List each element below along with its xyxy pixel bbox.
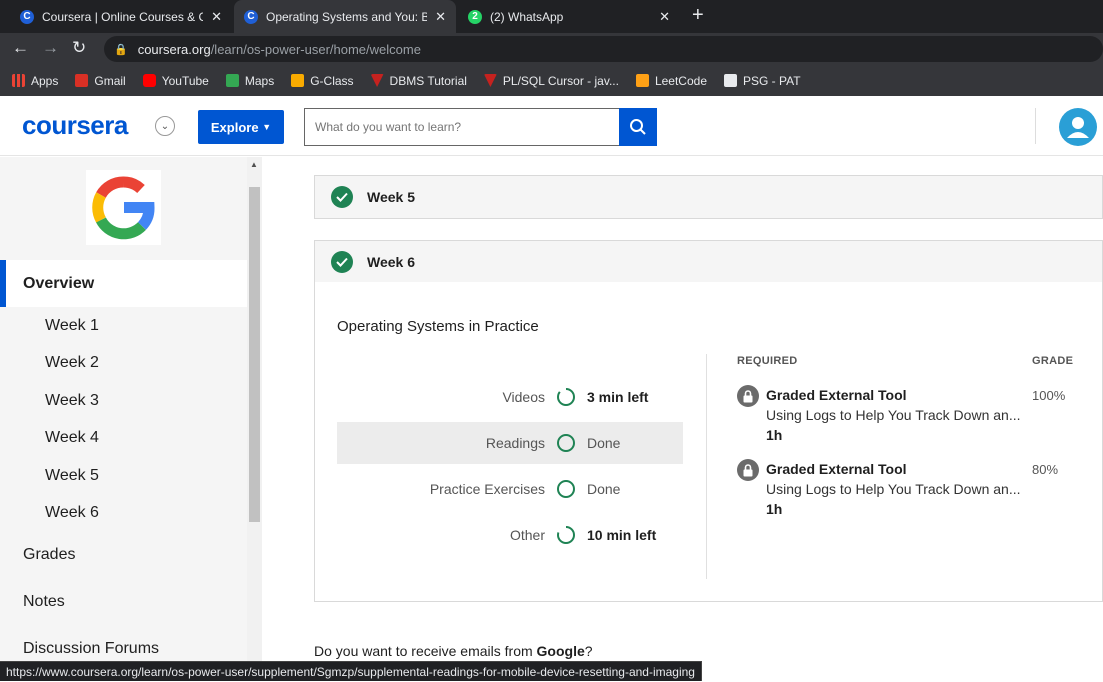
sidebar-item-week-3[interactable]: Week 3 — [45, 392, 99, 410]
sidebar-item-notes[interactable]: Notes — [23, 593, 65, 611]
column-divider — [706, 354, 707, 579]
module-title[interactable]: Operating Systems in Practice — [337, 318, 539, 335]
week-5-card[interactable]: Week 5 — [314, 175, 1103, 219]
coursera-logo[interactable]: coursera — [22, 110, 128, 141]
sidebar-item-overview[interactable]: Overview — [0, 260, 247, 307]
lock-icon: 🔒 — [114, 43, 128, 56]
search-button[interactable] — [619, 108, 657, 146]
graded-item-subtitle[interactable]: Using Logs to Help You Track Down an... — [766, 407, 1020, 423]
lock-icon — [737, 385, 759, 407]
progress-ring-icon — [557, 387, 575, 406]
check-circle-icon — [331, 251, 353, 273]
sidebar-item-week-2[interactable]: Week 2 — [45, 354, 99, 372]
header-divider — [1035, 108, 1036, 144]
search-input[interactable] — [304, 108, 620, 146]
scroll-up-arrow-icon[interactable]: ▲ — [250, 160, 258, 169]
url-bar[interactable]: 🔒 coursera.org/learn/os-power-user/home/… — [104, 36, 1103, 62]
graded-item-duration: 1h — [766, 427, 783, 443]
explore-button[interactable]: Explore ▼ — [198, 110, 284, 144]
tutorial-site-icon — [370, 74, 384, 87]
week-5-title: Week 5 — [367, 189, 415, 205]
google-logo — [86, 170, 161, 245]
bookmark-apps[interactable]: Apps — [12, 74, 58, 88]
bookmark-youtube[interactable]: YouTube — [142, 74, 209, 88]
coursera-favicon-icon: C — [244, 9, 258, 24]
sidebar-scroll-thumb[interactable] — [249, 187, 260, 522]
user-icon — [1067, 117, 1089, 138]
youtube-icon — [142, 74, 156, 87]
browser-tab-coursera[interactable]: C Coursera | Online Courses & Cre ✕ — [10, 0, 232, 33]
required-header: REQUIRED — [737, 355, 798, 367]
gmail-icon — [75, 74, 89, 87]
week-6-title: Week 6 — [367, 254, 415, 270]
back-arrow-icon[interactable]: ← — [12, 38, 29, 58]
tutorial-site-icon — [483, 74, 497, 87]
browser-tab-os-course[interactable]: C Operating Systems and You: Bec ✕ — [234, 0, 456, 33]
close-tab-icon[interactable]: ✕ — [211, 9, 222, 25]
progress-ring-icon — [557, 525, 575, 544]
sidebar-item-grades[interactable]: Grades — [23, 546, 75, 564]
bookmark-gmail[interactable]: Gmail — [75, 74, 126, 88]
close-tab-icon[interactable]: ✕ — [435, 9, 446, 25]
address-bar-row: ← → ↻ 🔒 coursera.org/learn/os-power-user… — [0, 33, 1103, 65]
graded-item-title[interactable]: Graded External Tool — [766, 461, 907, 477]
tab-title: Coursera | Online Courses & Cre — [42, 9, 204, 24]
grade-header: GRADE — [1032, 355, 1074, 367]
google-g-icon — [92, 176, 155, 240]
graded-item-grade: 100% — [1032, 388, 1066, 403]
email-opt-in-prompt: Do you want to receive emails from Googl… — [314, 643, 593, 659]
sidebar-item-week-4[interactable]: Week 4 — [45, 429, 99, 447]
sidebar-item-week-5[interactable]: Week 5 — [45, 467, 99, 485]
maps-icon — [225, 74, 239, 87]
week-6-card[interactable]: Week 6 — [314, 240, 1103, 283]
psg-icon — [724, 74, 737, 87]
sidebar-item-week-1[interactable]: Week 1 — [45, 317, 99, 335]
coursera-header: coursera ⌄ Explore ▼ — [0, 96, 1103, 156]
whatsapp-favicon-icon: 2 — [468, 9, 482, 24]
check-circle-icon — [331, 186, 353, 208]
chevron-down-icon[interactable]: ⌄ — [155, 116, 175, 136]
forward-arrow-icon[interactable]: → — [42, 38, 59, 58]
progress-row-videos[interactable]: Videos 3 min left — [337, 376, 683, 418]
leetcode-icon — [635, 74, 649, 87]
progress-row-readings[interactable]: Readings Done — [337, 422, 683, 464]
chevron-down-icon: ▼ — [262, 122, 272, 132]
progress-row-other[interactable]: Other 10 min left — [337, 514, 683, 556]
graded-item-title[interactable]: Graded External Tool — [766, 387, 907, 403]
coursera-favicon-icon: C — [20, 9, 34, 24]
sidebar-item-discussion-forums[interactable]: Discussion Forums — [23, 640, 159, 658]
progress-row-practice-exercises[interactable]: Practice Exercises Done — [337, 468, 683, 510]
classroom-icon — [291, 74, 305, 87]
bookmark-dbms-tutorial[interactable]: DBMS Tutorial — [370, 74, 467, 88]
browser-tab-whatsapp[interactable]: 2 (2) WhatsApp ✕ — [458, 0, 680, 33]
graded-item-grade: 80% — [1032, 462, 1059, 477]
graded-item-subtitle[interactable]: Using Logs to Help You Track Down an... — [766, 481, 1020, 497]
bookmark-plsql-cursor[interactable]: PL/SQL Cursor - jav... — [483, 74, 619, 88]
tab-title: (2) WhatsApp — [490, 9, 564, 24]
new-tab-icon[interactable]: + — [692, 4, 704, 27]
bookmark-maps[interactable]: Maps — [225, 74, 274, 88]
link-hover-status-bar: https://www.coursera.org/learn/os-power-… — [0, 661, 702, 681]
url-host: coursera.org — [137, 41, 211, 57]
bookmarks-bar: Apps Gmail YouTube Maps G-Class DBMS Tut… — [0, 65, 1103, 96]
lock-icon — [737, 459, 759, 481]
browser-tab-strip: C Coursera | Online Courses & Cre ✕ C Op… — [0, 0, 1103, 33]
close-tab-icon[interactable]: ✕ — [659, 9, 670, 25]
progress-ring-icon — [557, 480, 575, 498]
url-path: /learn/os-power-user/home/welcome — [210, 41, 421, 57]
search-icon — [630, 119, 646, 135]
reload-icon[interactable]: ↻ — [72, 38, 86, 58]
avatar[interactable] — [1059, 108, 1097, 146]
tab-title: Operating Systems and You: Bec — [266, 9, 428, 24]
sidebar-item-week-6[interactable]: Week 6 — [45, 504, 99, 522]
bookmark-psg-pat[interactable]: PSG - PAT — [724, 74, 801, 88]
bookmark-gclass[interactable]: G-Class — [291, 74, 354, 88]
progress-ring-icon — [557, 434, 575, 452]
bookmark-leetcode[interactable]: LeetCode — [635, 74, 707, 88]
apps-grid-icon — [12, 74, 25, 87]
graded-item-duration: 1h — [766, 501, 783, 517]
